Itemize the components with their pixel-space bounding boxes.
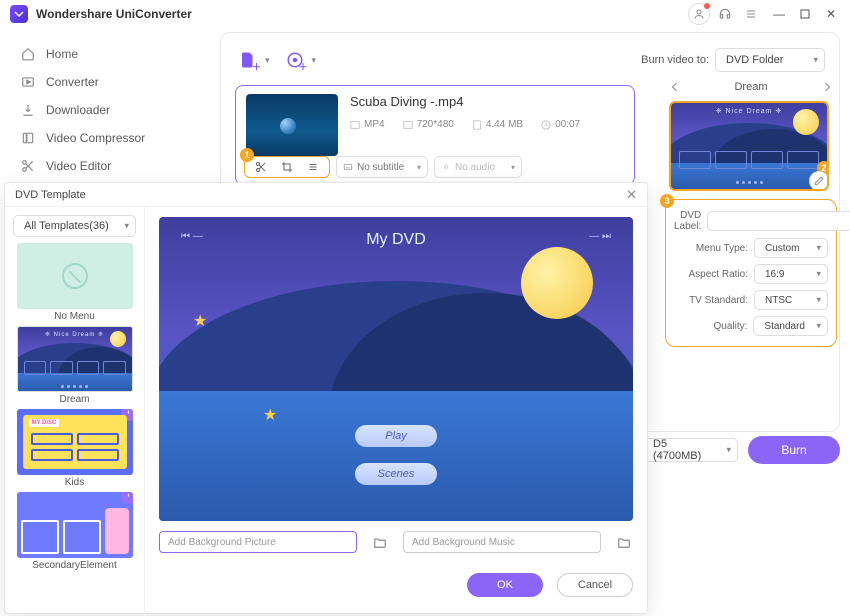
template-pager: Dream: [663, 77, 839, 101]
quality-select[interactable]: Standard▾: [753, 316, 828, 336]
bg-music-input[interactable]: Add Background Music: [403, 531, 601, 553]
meta-duration: 00:07: [541, 119, 580, 130]
quality-lbl: Quality:: [674, 321, 747, 332]
account-button[interactable]: [688, 3, 710, 25]
video-thumbnail[interactable]: [246, 94, 338, 156]
burn-to-label: Burn video to:: [641, 54, 709, 66]
subtitle-select[interactable]: No subtitle▾: [336, 156, 428, 178]
sidebar-item-editor[interactable]: Video Editor: [0, 152, 210, 180]
home-icon: [20, 46, 36, 62]
close-button[interactable]: ✕: [822, 5, 840, 23]
sidebar-item-downloader[interactable]: Downloader: [0, 96, 210, 124]
bg-picture-input[interactable]: Add Background Picture: [159, 531, 357, 553]
disc-size-select[interactable]: D5 (4700MB)▾: [642, 438, 738, 462]
minimize-button[interactable]: —: [770, 5, 788, 23]
add-disc-caret[interactable]: ▾: [312, 55, 317, 66]
compress-icon: [20, 130, 36, 146]
star-icon: ★: [263, 405, 281, 423]
dvd-label-input[interactable]: [707, 211, 850, 231]
menu-scenes-button[interactable]: Scenes: [355, 463, 437, 485]
bg-music-browse[interactable]: [615, 533, 633, 551]
converter-icon: [20, 74, 36, 90]
template-list: All Templates(36)▾ No Menu ❈ Nice Dream …: [5, 207, 145, 613]
preview-menu-title: ❈ Nice Dream ❈: [671, 107, 827, 115]
cancel-button[interactable]: Cancel: [557, 573, 633, 597]
template-item-dream[interactable]: ❈ Nice Dream ❈ Dream: [13, 326, 136, 405]
titlebar: Wondershare UniConverter — ✕: [0, 0, 850, 28]
template-filter-select[interactable]: All Templates(36)▾: [13, 215, 136, 237]
big-preview: ⏮ — — ⏭ My DVD ★ ★ Play Scenes: [159, 217, 633, 521]
maximize-button[interactable]: [796, 5, 814, 23]
main-toolbar: ＋ ▾ ＋ ▾ Burn video to: DVD Folder▾: [235, 43, 825, 77]
sidebar-label: Converter: [46, 75, 99, 89]
modal-close-button[interactable]: ✕: [626, 187, 637, 203]
template-preview[interactable]: ❈ Nice Dream ❈ 2: [669, 101, 829, 191]
nomenu-icon: [62, 263, 88, 289]
menu-play-button[interactable]: Play: [355, 425, 437, 447]
right-column: Dream ❈ Nice Dream ❈ 2 3 DVD Label: Menu…: [663, 77, 839, 347]
audio-select[interactable]: No audio▾: [434, 156, 522, 178]
sidebar-label: Video Editor: [46, 159, 111, 173]
more-icon[interactable]: [307, 161, 319, 173]
dvd-template-modal: DVD Template ✕ All Templates(36)▾ No Men…: [4, 182, 648, 614]
tv-select[interactable]: NTSC▾: [754, 290, 828, 310]
sidebar-label: Downloader: [46, 103, 110, 117]
template-name: Dream: [734, 81, 767, 93]
sidebar-label: Video Compressor: [46, 131, 145, 145]
prev-template-button[interactable]: [667, 79, 683, 95]
support-button[interactable]: [714, 3, 736, 25]
menu-type-select[interactable]: Custom▾: [754, 238, 828, 258]
add-file-caret[interactable]: ▾: [265, 55, 270, 66]
burn-button[interactable]: Burn: [748, 436, 840, 464]
dvd-settings: 3 DVD Label: Menu Type: Custom▾ Aspect R…: [665, 199, 837, 347]
menu-type-lbl: Menu Type:: [674, 243, 748, 254]
sidebar-item-converter[interactable]: Converter: [0, 68, 210, 96]
meta-format: MP4: [350, 119, 385, 130]
app-logo: [10, 5, 28, 23]
big-menu-title: My DVD: [159, 231, 633, 249]
bg-picture-browse[interactable]: [371, 533, 389, 551]
burn-target-value: DVD Folder: [726, 54, 783, 66]
step-badge-3: 3: [660, 194, 674, 208]
template-item-secondary[interactable]: SecondaryElement: [13, 492, 136, 571]
video-card[interactable]: Scuba Diving -.mp4 MP4 720*480 4.44 MB 0…: [235, 85, 635, 185]
video-edit-toolbar: [244, 156, 330, 178]
app-title: Wondershare UniConverter: [36, 7, 192, 21]
modal-title: DVD Template: [15, 189, 86, 201]
meta-size: 4.44 MB: [472, 119, 523, 130]
tv-lbl: TV Standard:: [674, 295, 748, 306]
sidebar-label: Home: [46, 47, 78, 61]
sidebar-item-compressor[interactable]: Video Compressor: [0, 124, 210, 152]
burn-target-select[interactable]: DVD Folder▾: [715, 48, 825, 72]
ok-button[interactable]: OK: [467, 573, 543, 597]
download-icon: [20, 102, 36, 118]
aspect-select[interactable]: 16:9▾: [754, 264, 828, 284]
aspect-lbl: Aspect Ratio:: [674, 269, 748, 280]
template-item-kids[interactable]: MY DISC Kids: [13, 409, 136, 488]
add-file-button[interactable]: ＋: [235, 47, 261, 73]
template-editor: ⏮ — — ⏭ My DVD ★ ★ Play Scenes Add Backg…: [145, 207, 647, 613]
crop-icon[interactable]: [281, 161, 293, 173]
edit-template-button[interactable]: [809, 171, 829, 191]
sidebar-item-home[interactable]: Home: [0, 40, 210, 68]
dvd-label-lbl: DVD Label:: [674, 210, 701, 232]
video-title: Scuba Diving -.mp4: [350, 94, 624, 109]
meta-resolution: 720*480: [403, 119, 454, 130]
menu-button[interactable]: [740, 3, 762, 25]
add-disc-button[interactable]: ＋: [282, 47, 308, 73]
star-icon: ★: [193, 311, 211, 329]
modal-header: DVD Template ✕: [5, 183, 647, 207]
trim-icon[interactable]: [255, 161, 267, 173]
scissors-icon: [20, 158, 36, 174]
next-template-button[interactable]: [819, 79, 835, 95]
template-item-nomenu[interactable]: No Menu: [13, 243, 136, 322]
